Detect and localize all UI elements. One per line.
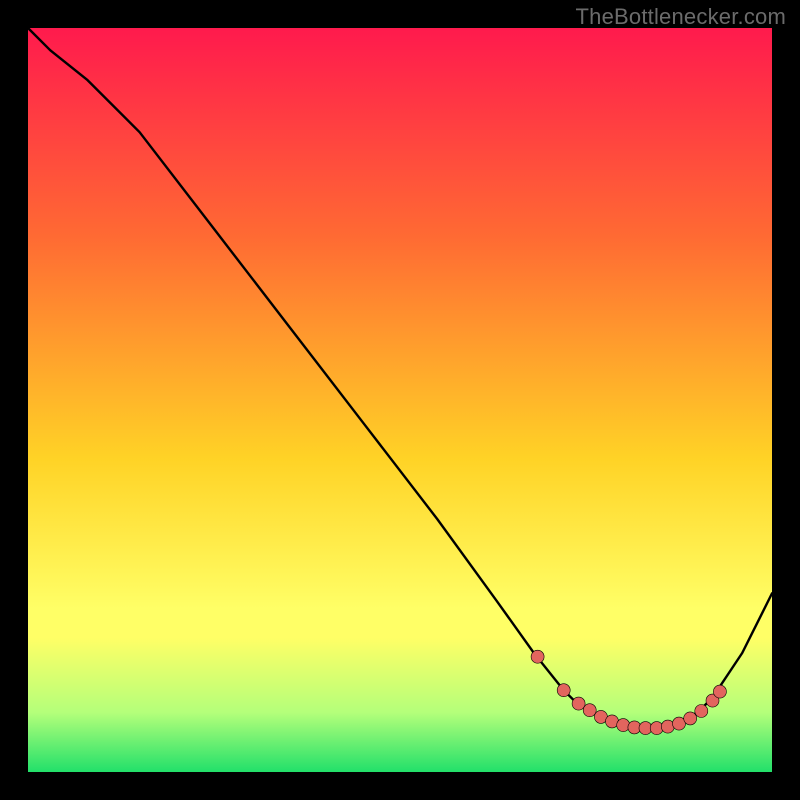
marker-point xyxy=(531,650,544,663)
marker-point xyxy=(661,720,674,733)
marker-point xyxy=(557,684,570,697)
watermark-text: TheBottlenecker.com xyxy=(576,4,786,30)
marker-point xyxy=(684,712,697,725)
plot-background xyxy=(28,28,772,772)
bottleneck-chart xyxy=(0,0,800,800)
marker-point xyxy=(713,685,726,698)
marker-point xyxy=(572,697,585,710)
marker-point xyxy=(583,704,596,717)
chart-frame: TheBottlenecker.com xyxy=(0,0,800,800)
marker-point xyxy=(695,705,708,718)
marker-point xyxy=(617,719,630,732)
